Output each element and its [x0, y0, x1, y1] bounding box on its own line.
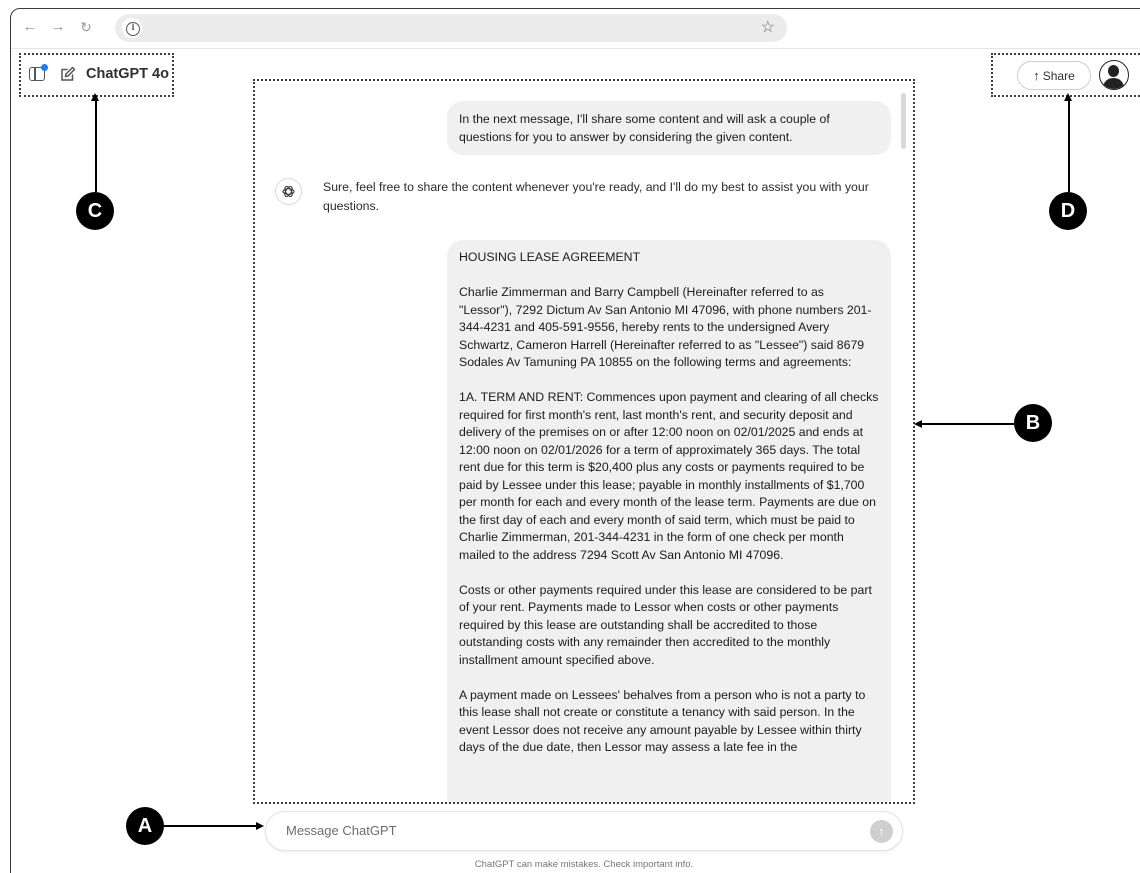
- lease-paragraph: A payment made on Lessees' behalves from…: [459, 687, 866, 755]
- address-bar[interactable]: ☆: [115, 14, 787, 42]
- message-input[interactable]: [286, 823, 846, 838]
- browser-window: ← → ↻ ☆ ChatGPT 4o ↑Share In the next me…: [10, 8, 1140, 873]
- conversation-area[interactable]: In the next message, I'll share some con…: [253, 79, 915, 804]
- user-message: In the next message, I'll share some con…: [447, 101, 891, 155]
- arrow-up-icon[interactable]: ↑: [870, 820, 893, 843]
- callout-b-arrowhead: [914, 420, 922, 428]
- lease-paragraph: Charlie Zimmerman and Barry Campbell (He…: [459, 285, 872, 369]
- header-right-group: ↑ Share: [991, 53, 1140, 97]
- arrow-up-icon: ↑: [1033, 68, 1040, 83]
- header-left-group: ChatGPT 4o: [19, 53, 174, 97]
- edit-icon[interactable]: [59, 65, 77, 83]
- reload-icon[interactable]: ↻: [77, 18, 95, 36]
- lease-paragraph: 1A. TERM AND RENT: Commences upon paymen…: [459, 390, 879, 562]
- user-message: HOUSING LEASE AGREEMENT Charlie Zimmerma…: [447, 240, 891, 802]
- disclaimer-text: ChatGPT can make mistakes. Check importa…: [474, 859, 694, 870]
- callout-b: B: [1014, 404, 1052, 442]
- model-title[interactable]: ChatGPT 4o: [86, 66, 169, 82]
- info-icon[interactable]: [122, 18, 142, 38]
- user-message-text: In the next message, I'll share some con…: [459, 112, 830, 144]
- callout-d-line: [1068, 101, 1070, 192]
- lease-paragraph: Costs or other payments required under t…: [459, 582, 872, 667]
- notification-dot: [41, 64, 48, 71]
- lease-title: HOUSING LEASE AGREEMENT: [459, 250, 641, 264]
- callout-a-arrowhead: [256, 822, 264, 830]
- browser-toolbar: ← → ↻ ☆: [11, 9, 1140, 49]
- callout-c-line: [95, 101, 97, 192]
- assistant-message-text: Sure, feel free to share the content whe…: [323, 180, 869, 213]
- arrow-right-icon[interactable]: →: [49, 18, 67, 36]
- callout-a: A: [126, 807, 164, 845]
- star-icon[interactable]: ☆: [761, 18, 775, 38]
- share-button[interactable]: ↑ Share: [1017, 61, 1091, 90]
- message-composer: ↑: [265, 811, 903, 851]
- openai-logo-icon: [275, 178, 302, 205]
- arrow-left-icon[interactable]: ←: [21, 18, 39, 36]
- callout-b-line: [922, 423, 1014, 425]
- callout-d: D: [1049, 192, 1087, 230]
- callout-d-arrowhead: [1064, 93, 1072, 101]
- share-label: Share: [1042, 69, 1075, 83]
- user-avatar-icon[interactable]: [1099, 60, 1129, 90]
- callout-a-line: [164, 825, 256, 827]
- callout-c: C: [76, 192, 114, 230]
- scrollbar[interactable]: [901, 93, 906, 149]
- callout-c-arrowhead: [91, 93, 99, 101]
